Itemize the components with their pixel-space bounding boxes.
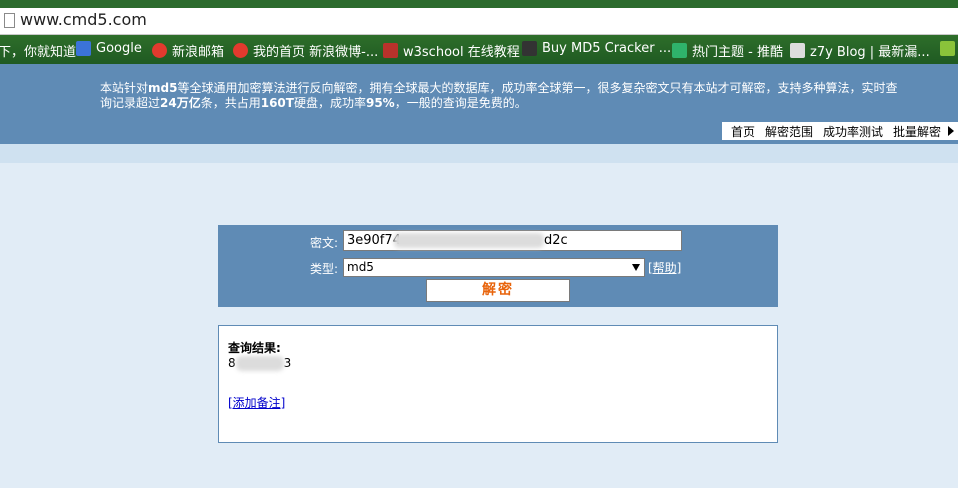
weibo-icon bbox=[152, 43, 167, 58]
bookmark-w3school[interactable]: w3school 在线教程 bbox=[383, 41, 520, 60]
decrypt-button[interactable]: 解密 bbox=[426, 279, 570, 302]
nav-batch-decrypt[interactable]: 批量解密 bbox=[888, 123, 946, 140]
bookmark-google[interactable]: Google bbox=[76, 41, 142, 56]
nav-success-test[interactable]: 成功率测试 bbox=[818, 123, 888, 140]
md5-icon bbox=[522, 41, 537, 56]
nav-more-arrow-icon[interactable] bbox=[948, 126, 954, 136]
google-icon bbox=[76, 41, 91, 56]
weibo-icon bbox=[233, 43, 248, 58]
url-text[interactable]: www.cmd5.com bbox=[20, 10, 147, 29]
help-link[interactable]: [帮助] bbox=[648, 259, 681, 276]
type-selected-value: md5 bbox=[347, 260, 374, 274]
bookmark-label: 新浪邮箱 bbox=[172, 45, 225, 60]
bookmark-z7y-blog[interactable]: z7y Blog | 最新漏... bbox=[790, 41, 930, 60]
cipher-value-start: 3e90f74 bbox=[347, 233, 401, 248]
bookmark-label: Buy MD5 Cracker ... bbox=[542, 41, 672, 56]
overflow-icon bbox=[940, 41, 955, 56]
bookmark-sina-mail[interactable]: 新浪邮箱 bbox=[152, 41, 224, 60]
decrypt-form: 密文: 3e90f74 d2c 类型: md5 [帮助] 解密 bbox=[218, 225, 778, 307]
z7y-icon bbox=[790, 43, 805, 58]
result-panel: 查询结果: 83 [添加备注] bbox=[218, 325, 778, 443]
bookmark-baidu[interactable]: 下，你就知道 bbox=[0, 41, 76, 60]
bookmark-label: 下，你就知道 bbox=[0, 45, 77, 60]
cipher-value-end: d2c bbox=[544, 233, 568, 248]
bookmark-md5-cracker[interactable]: Buy MD5 Cracker ... bbox=[522, 41, 671, 56]
cipher-input[interactable]: 3e90f74 d2c bbox=[343, 230, 682, 251]
nav-decrypt-range[interactable]: 解密范围 bbox=[760, 123, 818, 140]
nav-home[interactable]: 首页 bbox=[726, 123, 760, 140]
type-select[interactable]: md5 bbox=[343, 258, 645, 277]
page-icon bbox=[4, 13, 15, 28]
bookmark-weibo-home[interactable]: 我的首页 新浪微博-... bbox=[233, 41, 378, 60]
redaction-blur bbox=[394, 233, 544, 248]
w3school-icon bbox=[383, 43, 398, 58]
bookmark-label: 热门主题 - 推酷 bbox=[692, 45, 783, 60]
type-label: 类型: bbox=[310, 262, 339, 276]
site-description: 本站针对md5等全球通用加密算法进行反向解密，拥有全球最大的数据库，成功率全球第… bbox=[100, 81, 898, 110]
tuicool-icon bbox=[672, 43, 687, 58]
bookmark-tuicool[interactable]: 热门主题 - 推酷 bbox=[672, 41, 783, 60]
cipher-label: 密文: bbox=[310, 236, 339, 250]
bookmark-overflow[interactable] bbox=[940, 41, 958, 56]
browser-top-frame bbox=[0, 0, 958, 8]
address-bar[interactable]: www.cmd5.com bbox=[0, 8, 958, 35]
chevron-down-icon bbox=[632, 264, 640, 271]
bookmark-label: z7y Blog | 最新漏... bbox=[810, 45, 930, 60]
sub-header-strip bbox=[0, 144, 958, 163]
add-note-link[interactable]: [添加备注] bbox=[228, 394, 285, 411]
bookmark-label: Google bbox=[96, 41, 142, 56]
bookmark-label: 我的首页 新浪微博-... bbox=[253, 45, 379, 60]
top-nav: 首页 解密范围 成功率测试 批量解密 bbox=[721, 122, 958, 140]
bookmark-label: w3school 在线教程 bbox=[403, 45, 520, 60]
result-title: 查询结果: bbox=[228, 341, 281, 355]
redaction-blur bbox=[236, 356, 284, 371]
bookmarks-bar: 下，你就知道 Google 新浪邮箱 我的首页 新浪微博-... w3schoo… bbox=[0, 35, 958, 64]
